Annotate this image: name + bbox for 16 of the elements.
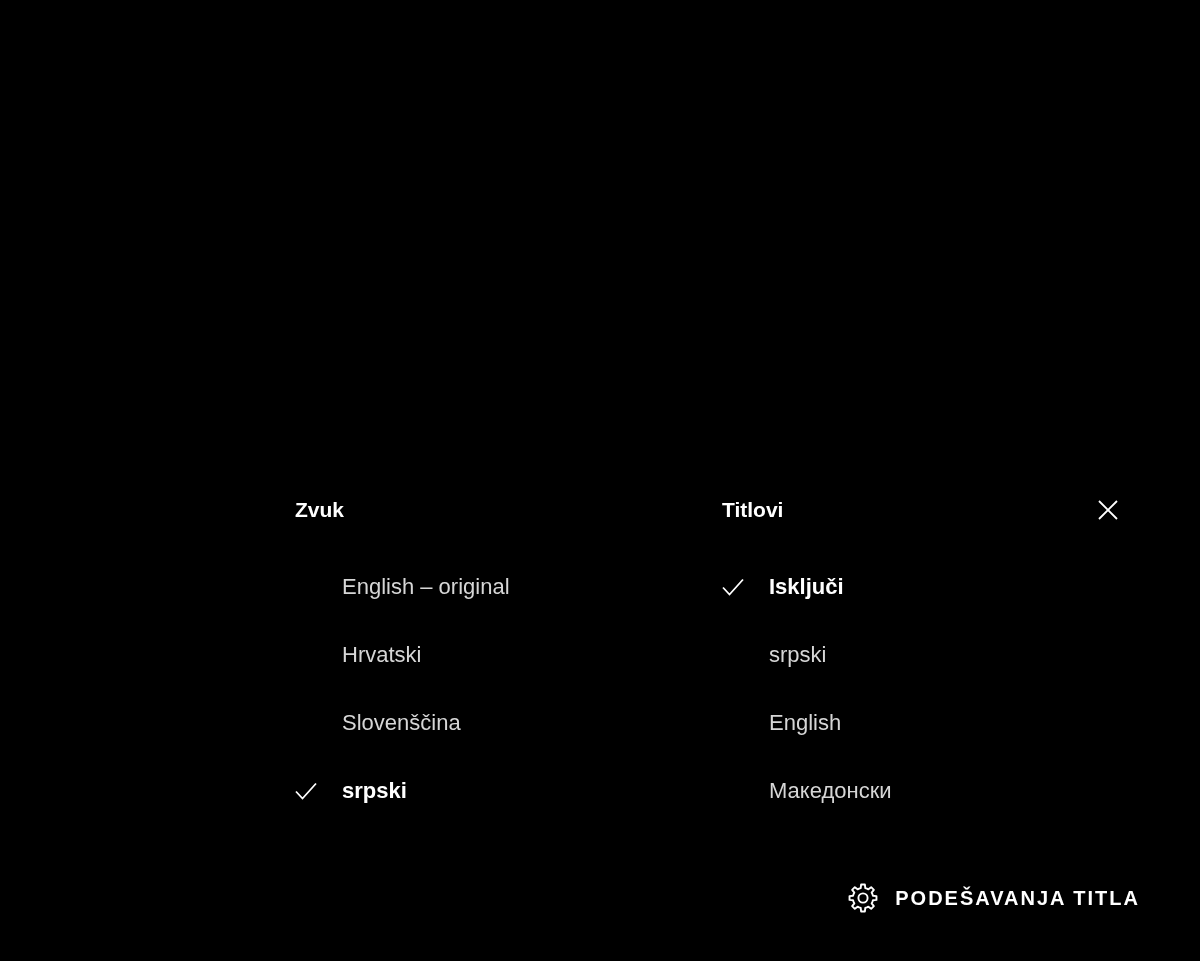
subtitle-settings-button[interactable]: PODEŠAVANJA TITLA (848, 878, 1140, 918)
language-option[interactable]: Slovenščina (295, 689, 461, 757)
audio-heading: Zvuk (295, 497, 344, 523)
subtitles-heading: Titlovi (722, 497, 784, 523)
language-option[interactable]: Hrvatski (295, 621, 422, 689)
check-icon (722, 578, 744, 596)
language-option[interactable]: srpski (722, 621, 827, 689)
close-icon (1098, 500, 1118, 520)
language-option[interactable]: srpski (295, 757, 407, 825)
language-option[interactable]: Македонски (722, 757, 892, 825)
check-icon (295, 782, 317, 800)
close-button[interactable] (1098, 500, 1118, 520)
language-option[interactable]: English – original (295, 553, 510, 621)
language-option[interactable]: Isključi (722, 553, 844, 621)
gear-icon (848, 883, 879, 913)
language-option[interactable]: English (722, 689, 842, 757)
